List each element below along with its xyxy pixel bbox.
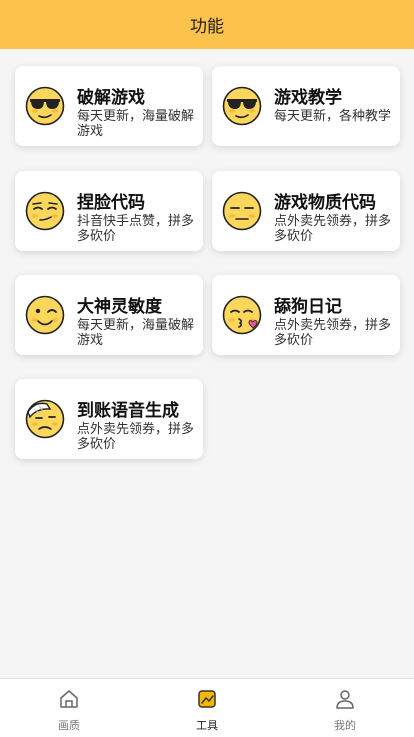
feature-card-voice-generator[interactable]: 到账语音生成 点外卖先领券，拼多多砍价 xyxy=(15,379,203,459)
bottom-tab-bar: 画质 工具 我的 xyxy=(0,678,414,737)
feature-card-game-item-code[interactable]: 游戏物质代码 点外卖先领券，拼多多砍价 xyxy=(212,171,400,251)
card-title: 游戏物质代码 xyxy=(274,193,376,213)
tab-quality[interactable]: 画质 xyxy=(0,679,138,737)
card-description: 点外卖先领券，拼多多砍价 xyxy=(274,214,392,244)
card-title: 破解游戏 xyxy=(77,88,145,108)
tab-label: 我的 xyxy=(334,719,356,732)
tab-tools[interactable]: 工具 xyxy=(138,679,276,737)
card-title: 大神灵敏度 xyxy=(77,297,162,317)
feature-card-sensitivity[interactable]: 大神灵敏度 每天更新，海量破解游戏 xyxy=(15,275,203,355)
card-description: 每天更新，海量破解游戏 xyxy=(77,318,195,348)
card-description: 每天更新，各种教学 xyxy=(274,109,392,124)
expressionless-face-icon xyxy=(222,191,262,231)
tab-label: 工具 xyxy=(196,719,218,732)
card-title: 舔狗日记 xyxy=(274,297,342,317)
card-description: 点外卖先领券，拼多多砍价 xyxy=(274,318,392,348)
smirking-face-icon xyxy=(25,191,65,231)
kissing-face-icon xyxy=(222,295,262,335)
tools-icon xyxy=(198,690,216,708)
feature-card-face-code[interactable]: 捏脸代码 抖音快手点赞，拼多多砍价 xyxy=(15,171,203,251)
card-title: 到账语音生成 xyxy=(77,401,179,421)
card-description: 抖音快手点赞，拼多多砍价 xyxy=(77,214,195,244)
card-description: 点外卖先领券，拼多多砍价 xyxy=(77,422,195,452)
sunglasses-face-icon xyxy=(25,86,65,126)
feature-card-game-tutorial[interactable]: 游戏教学 每天更新，各种教学 xyxy=(212,66,400,146)
tab-mine[interactable]: 我的 xyxy=(276,679,414,737)
card-title: 游戏教学 xyxy=(274,88,342,108)
feature-card-diary[interactable]: 舔狗日记 点外卖先领券，拼多多砍价 xyxy=(212,275,400,355)
card-description: 每天更新，海量破解游戏 xyxy=(77,109,195,139)
card-title: 捏脸代码 xyxy=(77,193,145,213)
winking-face-icon xyxy=(25,295,65,335)
user-icon xyxy=(336,690,354,709)
home-icon xyxy=(60,690,78,708)
sunglasses-face-icon xyxy=(222,86,262,126)
feature-card-crack-games[interactable]: 破解游戏 每天更新，海量破解游戏 xyxy=(15,66,203,146)
bandaged-face-icon xyxy=(25,399,65,439)
app-header: 功能 xyxy=(0,0,414,49)
tab-label: 画质 xyxy=(58,719,80,732)
page-title: 功能 xyxy=(190,17,224,37)
